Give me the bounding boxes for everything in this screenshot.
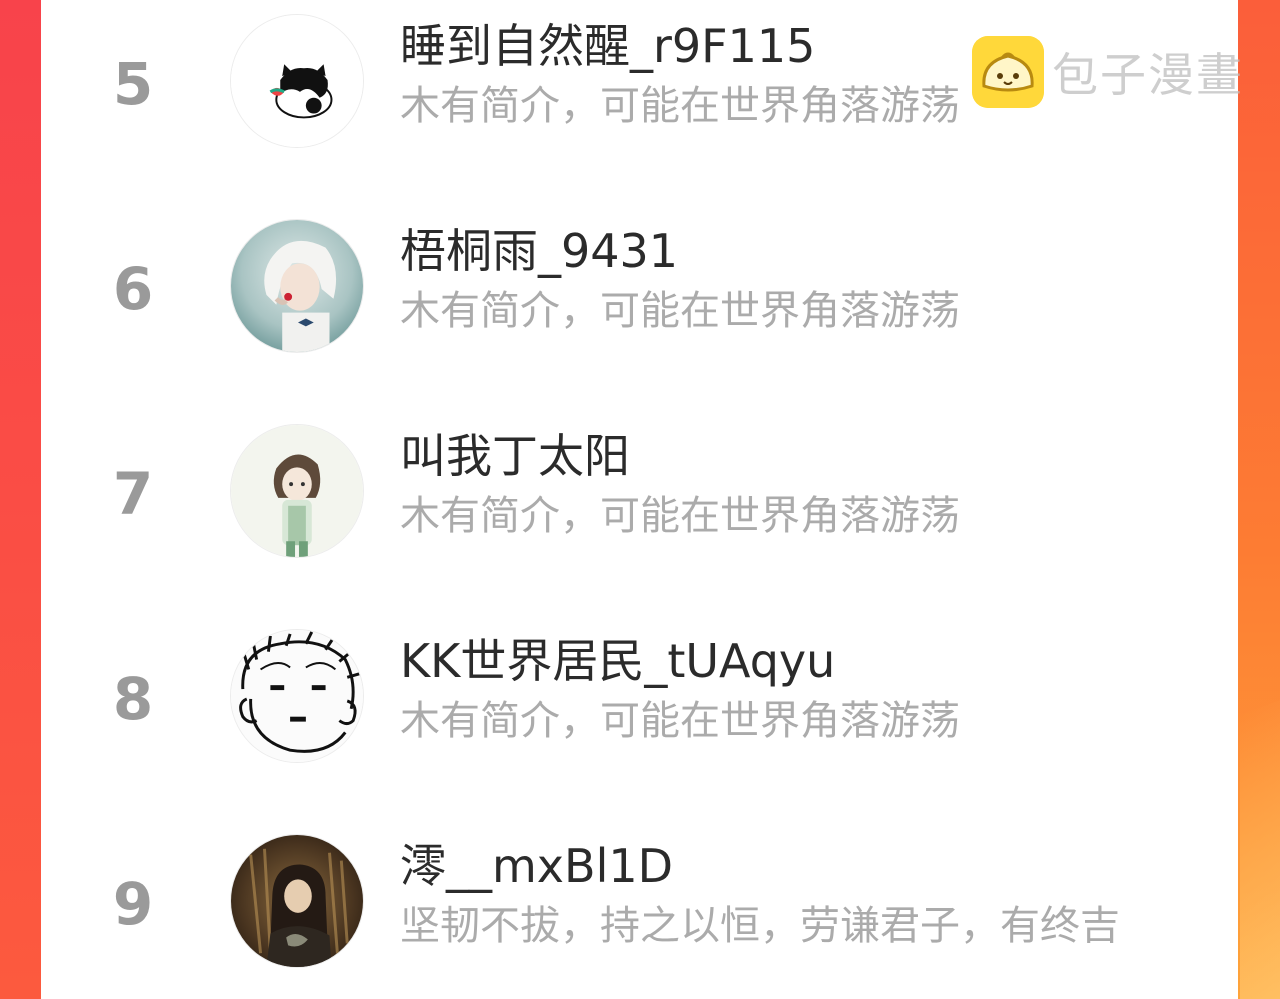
right-gradient-border (1238, 0, 1280, 999)
rank-number: 9 (112, 870, 154, 938)
sketch-face-avatar-icon[interactable] (230, 629, 364, 763)
ranking-row[interactable]: 9 澪__mxBl1D 坚韧不拔，持之以恒，劳谦君子，有终吉 (41, 826, 1238, 976)
username[interactable]: 叫我丁太阳 (400, 430, 630, 482)
username[interactable]: 澪__mxBl1D (400, 840, 673, 892)
username[interactable]: 睡到自然醒_r9F115 (400, 20, 815, 72)
dark-anime-avatar-icon[interactable] (230, 834, 364, 968)
user-bio: 木有简介，可能在世界角落游荡 (400, 493, 960, 539)
anime-white-hair-avatar-icon[interactable] (230, 219, 364, 353)
anime-girl-green-avatar-icon[interactable] (230, 424, 364, 558)
left-gradient-border (0, 0, 41, 999)
watermark-text: 包子漫畫 (1052, 48, 1244, 102)
bun-logo-icon (972, 36, 1044, 108)
cat-avatar-icon[interactable] (230, 14, 364, 148)
rank-number: 7 (112, 460, 154, 528)
username[interactable]: KK世界居民_tUAqyu (400, 635, 835, 687)
ranking-row[interactable]: 6 梧桐雨_9431 木有简介，可能在世界角落游荡 (41, 211, 1238, 361)
user-bio: 木有简介，可能在世界角落游荡 (400, 698, 960, 744)
user-bio: 坚韧不拔，持之以恒，劳谦君子，有终吉 (400, 903, 1120, 949)
rank-number: 5 (112, 50, 154, 118)
ranking-row[interactable]: 8 KK世界居民_tUAqyu 木有简介，可能在世界角落游荡 (41, 621, 1238, 771)
user-bio: 木有简介，可能在世界角落游荡 (400, 83, 960, 129)
user-bio: 木有简介，可能在世界角落游荡 (400, 288, 960, 334)
rank-number: 6 (112, 255, 154, 323)
ranking-list-panel: 5 睡到自然醒_r9F115 木有简介，可能在世界角落游荡 6 梧桐雨_9431… (41, 0, 1242, 999)
site-watermark: 包子漫畫 (972, 36, 1244, 108)
ranking-row[interactable]: 7 叫我丁太阳 木有简介，可能在世界角落游荡 (41, 416, 1238, 566)
rank-number: 8 (112, 665, 154, 733)
username[interactable]: 梧桐雨_9431 (400, 225, 678, 277)
